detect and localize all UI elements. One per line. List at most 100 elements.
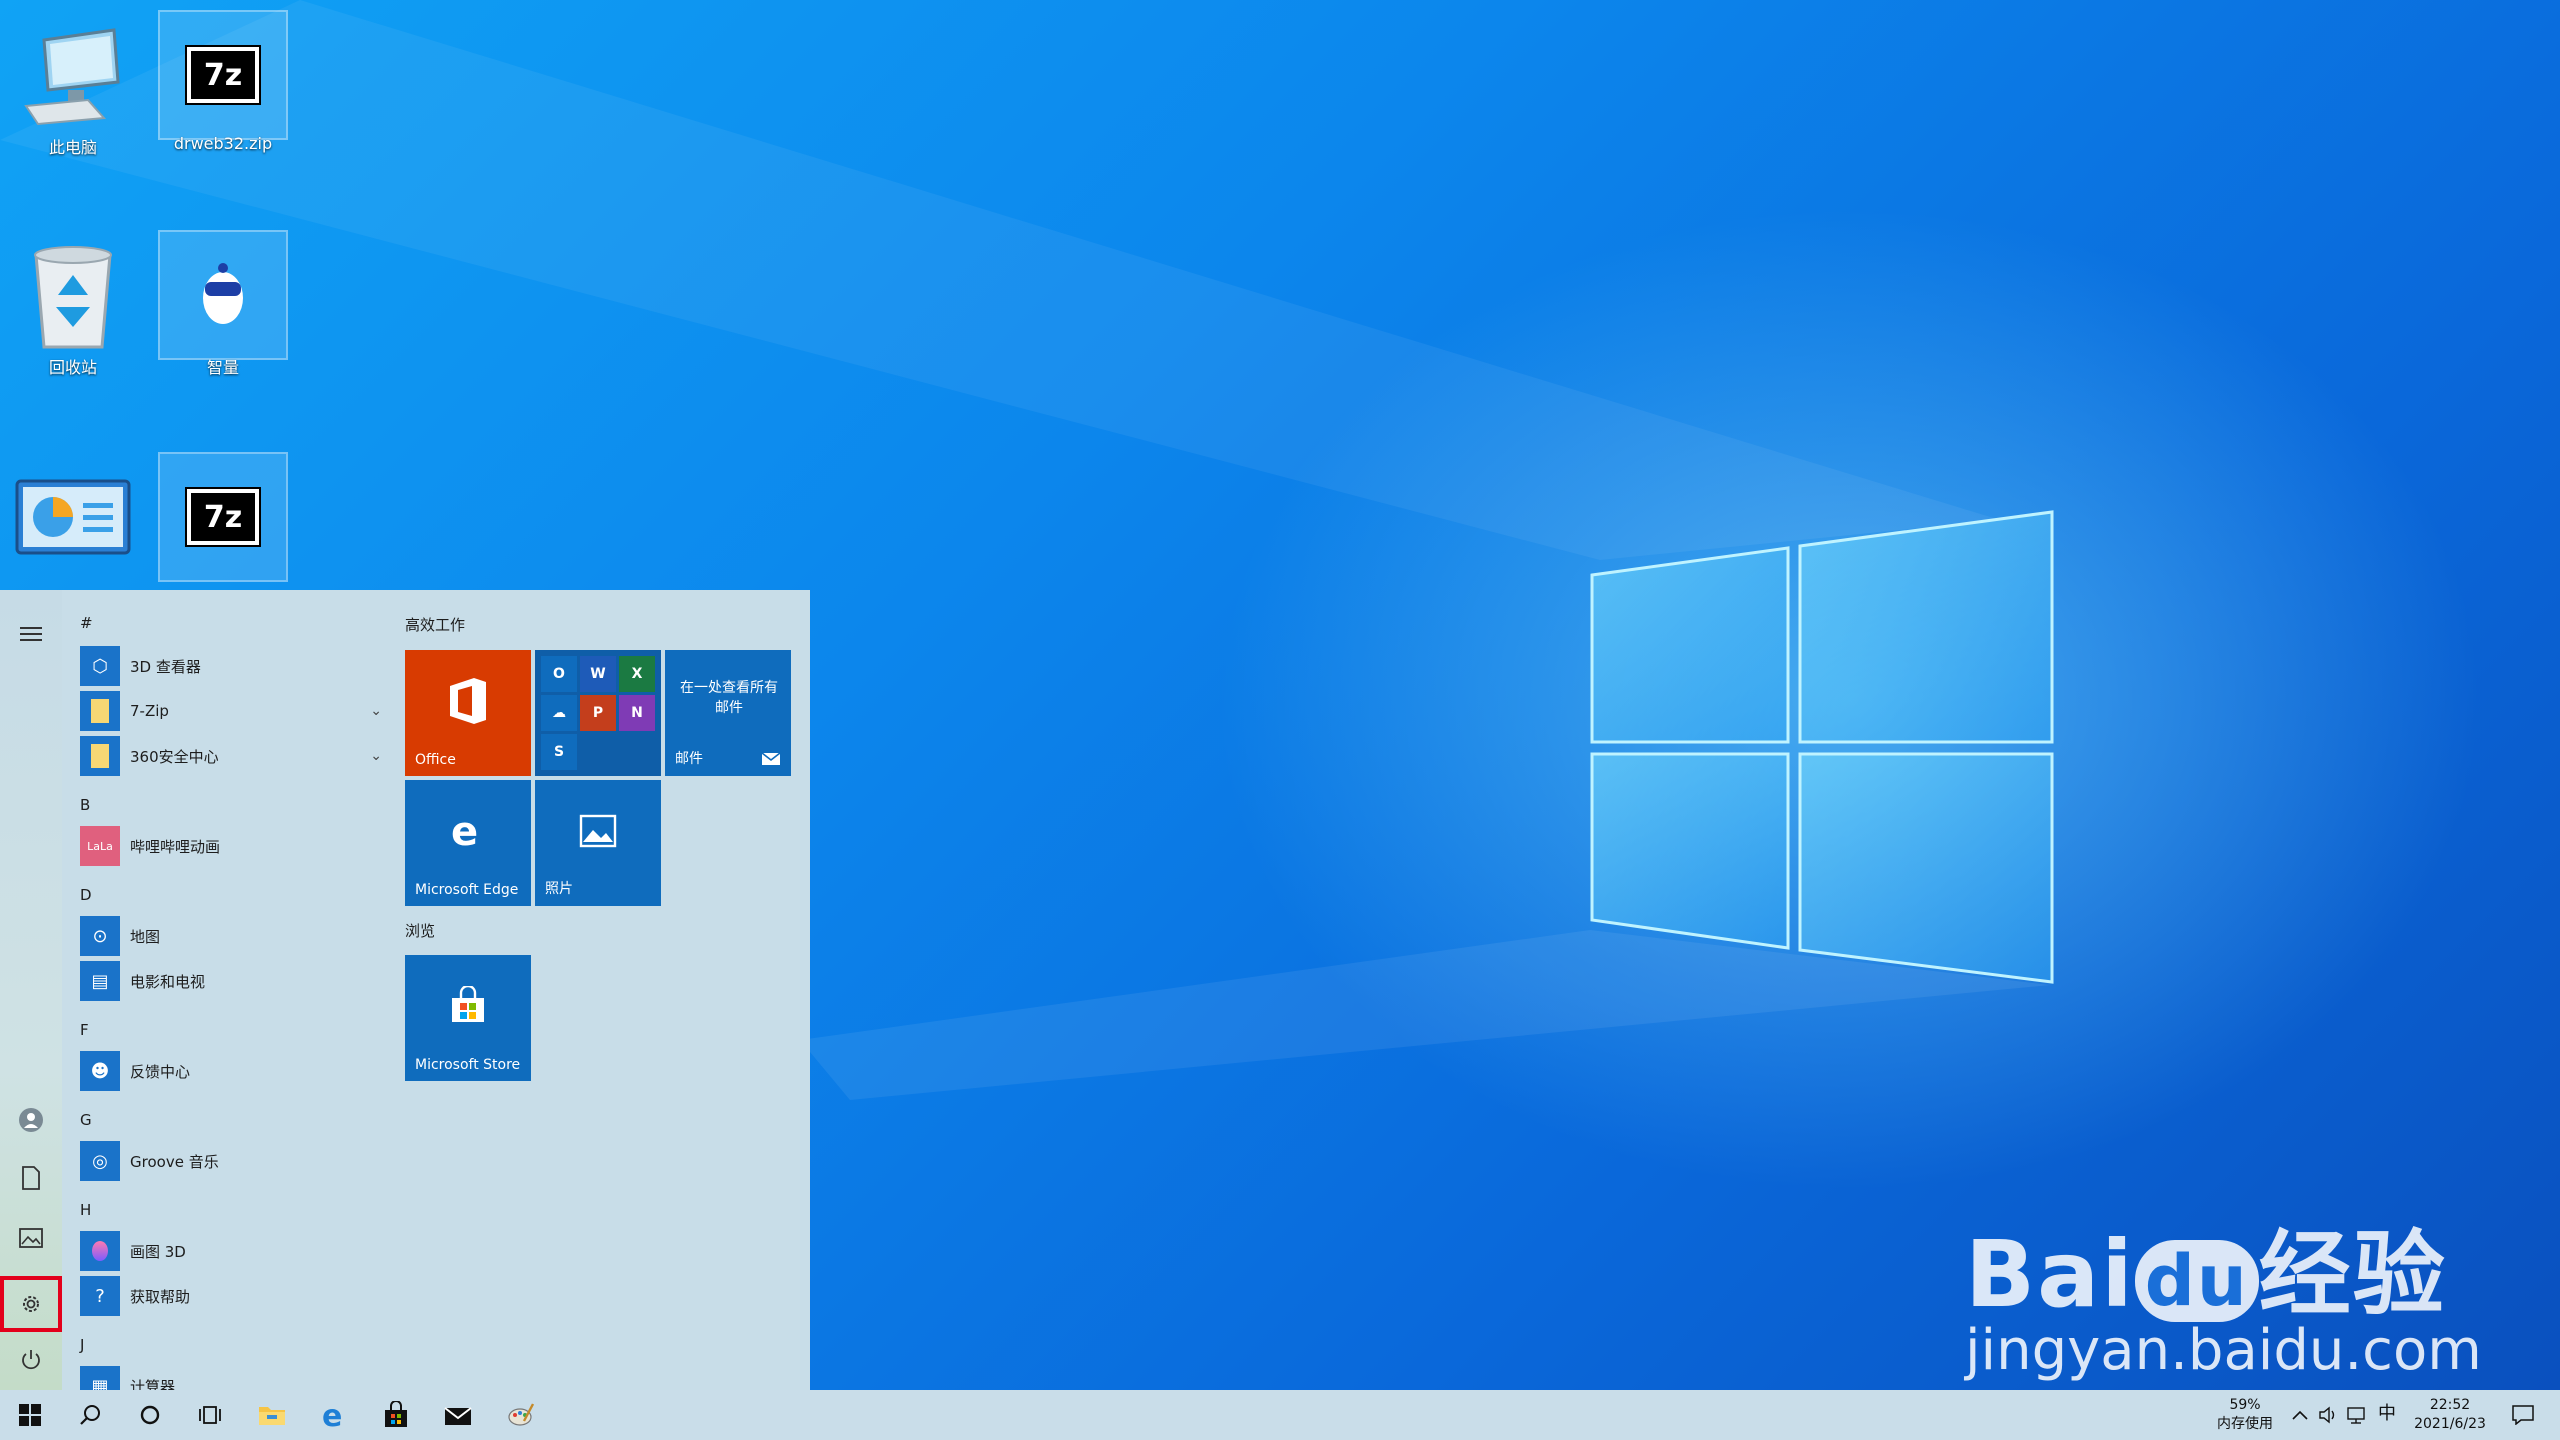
photos-icon — [579, 814, 617, 848]
app-group-letter[interactable]: G — [80, 1111, 92, 1129]
app-item-label: 360安全中心 — [130, 747, 219, 766]
store-icon[interactable] — [366, 1390, 426, 1440]
app-item-calculator[interactable]: ▦ 计算器 — [80, 1366, 386, 1390]
start-menu-rail — [0, 590, 62, 1390]
app-group-letter[interactable]: F — [80, 1021, 89, 1039]
onedrive-icon: ☁ — [541, 695, 577, 731]
app-group-letter[interactable]: D — [80, 886, 92, 904]
tile-mail-text: 在一处查看所有邮件 — [680, 680, 778, 716]
paint-3d-icon — [80, 1231, 120, 1271]
calculator-icon: ▦ — [80, 1366, 120, 1390]
pictures-icon[interactable] — [0, 1210, 62, 1266]
app-group-letter[interactable]: # — [80, 614, 93, 632]
tile-label: 邮件 — [675, 751, 703, 767]
paint-icon[interactable] — [490, 1390, 550, 1440]
app-item-groove[interactable]: ◎ Groove 音乐 — [80, 1141, 386, 1181]
file-explorer-icon[interactable] — [242, 1390, 302, 1440]
search-icon[interactable] — [60, 1390, 120, 1440]
7zip-archive-icon: 7z — [185, 45, 261, 105]
cortana-icon[interactable] — [120, 1390, 180, 1440]
control-panel-icon — [15, 479, 131, 555]
app-item-label: 地图 — [130, 927, 161, 946]
svg-text:e: e — [451, 811, 478, 851]
app-item-feedback-hub[interactable]: ☻ 反馈中心 — [80, 1051, 386, 1091]
store-icon — [452, 986, 484, 1022]
tile-group-title[interactable]: 浏览 — [405, 920, 435, 941]
tile-office[interactable]: Office — [405, 650, 531, 776]
app-item-7zip[interactable]: 7-Zip ⌄ — [80, 691, 386, 731]
office-icon — [450, 678, 486, 724]
app-item-360[interactable]: 360安全中心 ⌄ — [80, 736, 386, 776]
network-icon[interactable] — [2342, 1390, 2372, 1440]
app-item-label: 7-Zip — [130, 702, 169, 720]
edge-icon[interactable]: e — [304, 1390, 364, 1440]
tile-microsoft-edge[interactable]: e Microsoft Edge — [405, 780, 531, 906]
app-item-label: 哔哩哔哩动画 — [130, 837, 221, 856]
outlook-icon: O — [541, 656, 577, 692]
chevron-down-icon[interactable]: ⌄ — [370, 748, 382, 764]
clock[interactable]: 22:52 2021/6/23 — [2402, 1396, 2498, 1434]
app-group-letter[interactable]: B — [80, 796, 90, 814]
folder-icon — [80, 691, 120, 731]
app-item-label: 获取帮助 — [130, 1287, 191, 1306]
edge-icon: e — [451, 811, 478, 851]
chevron-down-icon[interactable]: ⌄ — [370, 703, 382, 719]
recycle-bin-icon — [34, 246, 112, 349]
desktop-icon-drweb32-zip[interactable]: 7z drweb32.zip — [158, 10, 288, 153]
settings-icon[interactable] — [0, 1276, 62, 1332]
app-group-letter[interactable]: J — [80, 1336, 84, 1354]
desktop-icon-control-panel[interactable] — [8, 452, 138, 576]
clock-time: 22:52 — [2429, 1397, 2471, 1413]
excel-icon: X — [619, 656, 655, 692]
desktop-icon-recycle-bin[interactable]: 回收站 — [8, 230, 138, 378]
maps-icon: ⊙ — [80, 916, 120, 956]
7zip-archive-icon: 7z — [185, 487, 261, 547]
app-item-paint3d[interactable]: 画图 3D — [80, 1231, 386, 1271]
app-item-3d-viewer[interactable]: ⬡ 3D 查看器 — [80, 646, 386, 686]
app-item-maps[interactable]: ⊙ 地图 — [80, 916, 386, 956]
folder-icon — [80, 736, 120, 776]
app-item-get-help[interactable]: ? 获取帮助 — [80, 1276, 386, 1316]
user-avatar-icon[interactable] — [0, 1092, 62, 1148]
zhiliang-mascot-icon — [203, 263, 243, 324]
mail-icon — [761, 752, 781, 765]
tile-microsoft-store[interactable]: Microsoft Store — [405, 955, 531, 1081]
app-group-letter[interactable]: H — [80, 1201, 91, 1219]
tile-label: Office — [415, 752, 456, 768]
onenote-icon: N — [619, 695, 655, 731]
tile-group-title[interactable]: 高效工作 — [405, 614, 465, 635]
memory-usage-widget[interactable]: 59% 内存使用 — [2205, 1396, 2285, 1434]
powerpoint-icon: P — [580, 695, 616, 731]
volume-icon[interactable] — [2313, 1390, 2343, 1440]
baidu-watermark-logo: Bai du 经验 — [1965, 1200, 2447, 1333]
movies-tv-icon: ▤ — [80, 961, 120, 1001]
tile-label: 照片 — [545, 881, 573, 897]
desktop-icon-this-pc[interactable]: 此电脑 — [8, 10, 138, 158]
memory-label: 内存使用 — [2217, 1416, 2273, 1432]
notification-center-icon[interactable] — [2498, 1390, 2548, 1440]
start-button-icon[interactable] — [0, 1390, 60, 1440]
tile-photos[interactable]: 照片 — [535, 780, 661, 906]
documents-icon[interactable] — [0, 1150, 62, 1206]
hamburger-menu-icon[interactable] — [0, 606, 62, 662]
svg-text:e: e — [322, 1401, 342, 1429]
tile-office-apps-folder[interactable]: O W X ☁ P N S — [535, 650, 661, 776]
ime-indicator[interactable]: 中 — [2372, 1404, 2402, 1423]
mail-icon[interactable] — [428, 1390, 488, 1440]
chevron-up-icon[interactable] — [2285, 1390, 2315, 1440]
tile-label: Microsoft Store — [415, 1057, 521, 1073]
power-icon[interactable] — [0, 1332, 62, 1388]
app-item-bilibili[interactable]: LaLa 哔哩哔哩动画 — [80, 826, 386, 866]
desktop-icon-label: 回收站 — [48, 358, 97, 377]
word-icon: W — [580, 656, 616, 692]
feedback-hub-icon: ☻ — [80, 1051, 120, 1091]
desktop-icon-7zip-archive[interactable]: 7z — [158, 452, 288, 582]
app-item-movies-tv[interactable]: ▤ 电影和电视 — [80, 961, 386, 1001]
desktop-icon-zhiliang[interactable]: 智量 — [158, 230, 288, 378]
tile-mail[interactable]: 在一处查看所有邮件 邮件 — [665, 650, 791, 776]
taskbar: e 59% 内存使用 中 22:52 2021/6/23 — [0, 1390, 2560, 1440]
3d-viewer-icon: ⬡ — [80, 646, 120, 686]
desktop-icon-label: drweb32.zip — [173, 134, 273, 153]
task-view-icon[interactable] — [180, 1390, 240, 1440]
bilibili-icon: LaLa — [80, 826, 120, 866]
